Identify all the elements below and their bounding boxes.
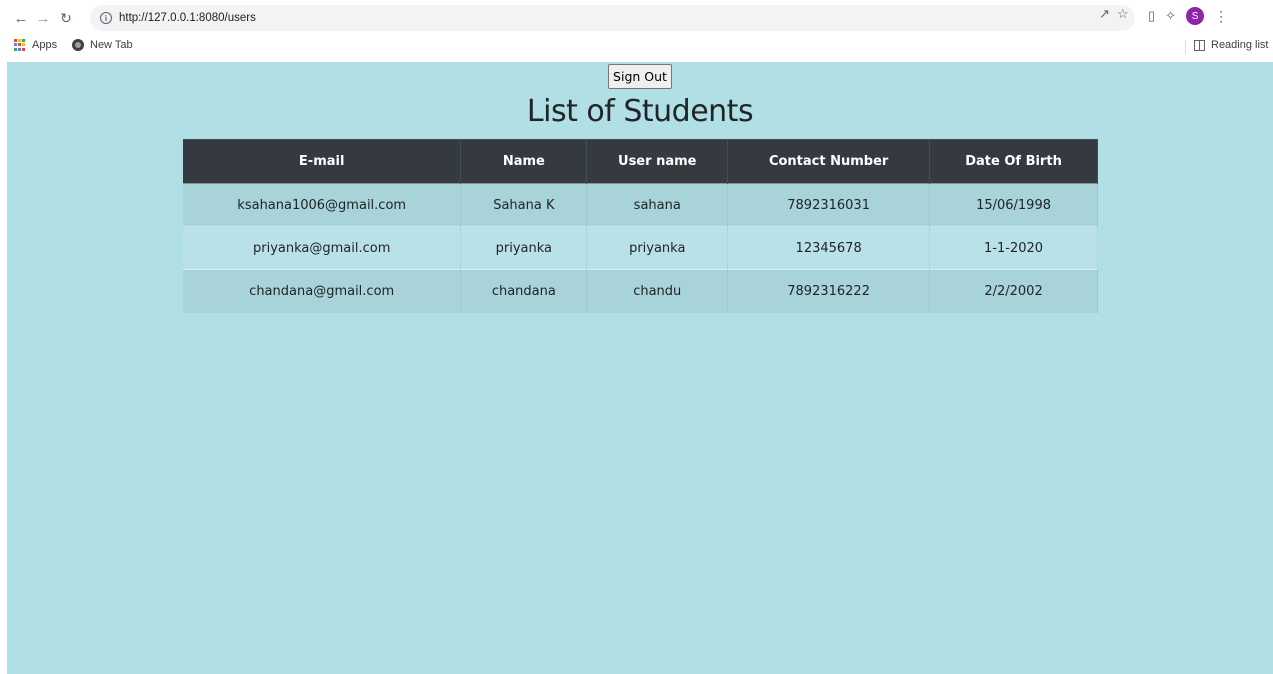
sign-out-button[interactable]: Sign Out [608, 64, 672, 89]
cell-dob: 15/06/1998 [929, 183, 1098, 227]
bookmark-new-tab[interactable]: New Tab [72, 39, 133, 51]
table-row: chandana@gmail.com chandana chandu 78923… [183, 269, 1098, 313]
bookmark-star-icon[interactable]: ☆ [1117, 6, 1129, 22]
reading-list-label: Reading list [1211, 39, 1269, 51]
column-header-contact: Contact Number [727, 139, 931, 184]
cell-email: ksahana1006@gmail.com [183, 183, 462, 227]
cell-contact: 12345678 [727, 226, 931, 270]
page-title: List of Students [526, 94, 754, 129]
back-arrow-icon[interactable]: ← [10, 7, 32, 29]
reading-list-icon [1194, 39, 1205, 51]
students-table: E-mail Name User name Contact Number Dat… [183, 139, 1098, 313]
table-header-row: E-mail Name User name Contact Number Dat… [183, 139, 1098, 184]
reload-icon[interactable]: ↻ [55, 7, 77, 29]
bookmarks-bar: Apps New Tab Reading list [0, 36, 1273, 58]
column-header-dob: Date Of Birth [929, 139, 1098, 184]
cell-email: chandana@gmail.com [183, 269, 462, 313]
cell-contact: 7892316031 [727, 183, 931, 227]
cell-name: priyanka [460, 226, 588, 270]
avatar[interactable]: S [1186, 7, 1205, 25]
cell-email: priyanka@gmail.com [183, 226, 462, 270]
cell-username: chandu [586, 269, 729, 313]
extensions-area: ▯ ✧ S ⋮ [1148, 7, 1228, 25]
cell-contact: 7892316222 [727, 269, 931, 313]
cell-dob: 1-1-2020 [929, 226, 1098, 270]
puzzle-icon[interactable]: ✧ [1165, 8, 1176, 24]
apps-grid-icon [14, 39, 26, 51]
browser-toolbar: ← → ↻ i http://127.0.0.1:8080/users ↗ ☆ … [0, 0, 1273, 36]
extension-icon[interactable]: ▯ [1148, 8, 1155, 24]
table-row: ksahana1006@gmail.com Sahana K sahana 78… [183, 183, 1098, 227]
bookmark-divider [1185, 40, 1186, 54]
column-header-name: Name [460, 139, 588, 184]
column-header-username: User name [586, 139, 729, 184]
column-header-email: E-mail [183, 139, 462, 184]
cell-dob: 2/2/2002 [929, 269, 1098, 313]
table-row: priyanka@gmail.com priyanka priyanka 123… [183, 226, 1098, 270]
info-icon[interactable]: i [100, 12, 112, 24]
globe-icon [72, 39, 84, 51]
bookmark-apps[interactable]: Apps [14, 39, 57, 51]
bookmark-apps-label: Apps [32, 39, 58, 51]
share-icon[interactable]: ↗ [1099, 6, 1110, 22]
address-bar[interactable]: i http://127.0.0.1:8080/users [90, 5, 1135, 31]
url-text[interactable]: http://127.0.0.1:8080/users [119, 12, 256, 24]
reading-list-button[interactable]: Reading list [1194, 39, 1268, 51]
cell-name: Sahana K [460, 183, 588, 227]
forward-arrow-icon[interactable]: → [32, 7, 54, 29]
page-content: Sign Out List of Students E-mail Name Us… [7, 62, 1273, 674]
cell-username: priyanka [586, 226, 729, 270]
bookmark-new-tab-label: New Tab [90, 39, 133, 51]
kebab-menu-icon[interactable]: ⋮ [1214, 8, 1228, 25]
cell-name: chandana [460, 269, 588, 313]
cell-username: sahana [586, 183, 729, 227]
